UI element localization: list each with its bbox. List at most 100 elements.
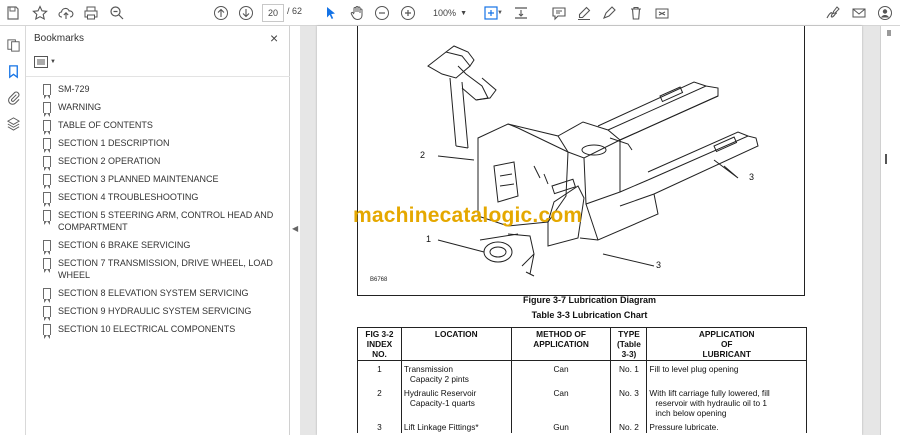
right-scroll-strip[interactable] xyxy=(880,26,900,435)
bookmark-item[interactable]: SECTION 9 HYDRAULIC SYSTEM SERVICING xyxy=(26,302,290,321)
cell-line: Capacity 2 pints xyxy=(409,374,469,384)
bookmark-label: TABLE OF CONTENTS xyxy=(58,120,153,130)
bookmark-icon xyxy=(43,138,51,153)
figure-caption: Figure 3-7 Lubrication Diagram xyxy=(522,295,657,305)
next-page-icon[interactable] xyxy=(237,4,255,22)
bookmark-label: SM-729 xyxy=(58,84,90,94)
page-number-input[interactable]: 20 xyxy=(262,4,284,22)
header-line: APPLICATION xyxy=(698,329,755,339)
cell-line: Pressure lubricate. xyxy=(649,422,719,432)
zoom-search-icon[interactable] xyxy=(108,4,126,22)
comment-icon[interactable] xyxy=(550,4,568,22)
print-icon[interactable] xyxy=(82,4,100,22)
header-line: LOCATION xyxy=(434,329,478,339)
chevron-down-icon: ▼ xyxy=(460,9,467,17)
previous-page-icon[interactable] xyxy=(212,4,230,22)
zoom-level-value: 100% xyxy=(433,8,457,18)
bookmark-star-icon[interactable] xyxy=(31,4,49,22)
top-toolbar: 20 / 62 100% ▼ ▼ xyxy=(0,0,900,26)
bookmark-icon xyxy=(43,240,51,255)
zoom-level-select[interactable]: 100% ▼ xyxy=(430,4,470,22)
bookmark-label: SECTION 9 HYDRAULIC SYSTEM SERVICING xyxy=(58,306,252,316)
draw-icon[interactable] xyxy=(600,4,618,22)
side-panel-toggle[interactable] xyxy=(885,154,887,164)
cell-location: Hydraulic Reservoir Capacity-1 quarts xyxy=(400,385,512,419)
hand-tool-icon[interactable] xyxy=(348,4,366,22)
cell-type: No. 2 xyxy=(610,419,648,433)
sign-icon[interactable] xyxy=(824,4,842,22)
bookmark-item[interactable]: SECTION 6 BRAKE SERVICING xyxy=(26,236,290,255)
header-index: FIG 3-2 INDEX NO. xyxy=(357,327,402,361)
account-icon[interactable] xyxy=(876,4,894,22)
page-thumbnails-icon[interactable] xyxy=(4,36,22,54)
highlight-pen-icon[interactable] xyxy=(575,4,593,22)
header-line: APPLICATION xyxy=(533,339,589,349)
close-icon[interactable]: × xyxy=(270,30,278,46)
cell-type: No. 3 xyxy=(610,385,648,419)
header-location: LOCATION xyxy=(400,327,512,361)
bookmark-options-button[interactable]: ▼ xyxy=(34,54,60,70)
bookmark-item[interactable]: WARNING xyxy=(26,98,290,117)
cell-application: Fill to level plug opening xyxy=(646,360,807,385)
bookmark-list: SM-729 WARNING TABLE OF CONTENTS SECTION… xyxy=(26,80,290,339)
bookmarks-panel: Bookmarks × ▼ SM-729 WARNING TABLE OF CO… xyxy=(26,26,290,435)
bookmark-item[interactable]: TABLE OF CONTENTS xyxy=(26,116,290,135)
pallet-truck-illustration xyxy=(427,45,759,277)
header-line: METHOD OF xyxy=(536,329,586,339)
bookmark-icon xyxy=(43,84,51,99)
panel-title: Bookmarks xyxy=(34,33,85,44)
bookmark-item[interactable]: SECTION 1 DESCRIPTION xyxy=(26,134,290,153)
bookmark-icon xyxy=(43,258,51,273)
figure-frame: 2 1 3 3 B6768 xyxy=(357,26,805,296)
bookmark-icon xyxy=(43,102,51,117)
document-viewport[interactable]: 2 1 3 3 B6768 Figure 3-7 Lubrication Dia… xyxy=(300,26,880,435)
bookmark-item[interactable]: SECTION 5 STEERING ARM, CONTROL HEAD AND… xyxy=(26,206,290,236)
panel-divider xyxy=(26,76,290,77)
cell-application: With lift carriage fully lowered, fill r… xyxy=(646,385,807,419)
fit-chevron-down-icon[interactable]: ▼ xyxy=(496,4,504,22)
scroll-mode-icon[interactable] xyxy=(512,4,530,22)
mail-icon[interactable] xyxy=(850,4,868,22)
cell-method: Can xyxy=(510,360,612,385)
layers-icon[interactable] xyxy=(4,114,22,132)
bookmark-item[interactable]: SECTION 10 ELECTRICAL COMPONENTS xyxy=(26,320,290,339)
cell-application: Pressure lubricate. xyxy=(646,419,807,433)
zoom-out-icon[interactable] xyxy=(373,4,391,22)
scrollbar-thumb[interactable] xyxy=(887,30,891,36)
bookmark-item[interactable]: SECTION 3 PLANNED MAINTENANCE xyxy=(26,170,290,189)
table-row: 1 Transmission Capacity 2 pints Can No. … xyxy=(357,360,807,385)
cell-type: No. 1 xyxy=(610,360,648,385)
bookmark-icon xyxy=(43,306,51,321)
cell-location: Transmission Capacity 2 pints xyxy=(400,360,512,385)
cell-line: reservoir with hydraulic oil to 1 xyxy=(655,398,768,408)
header-line: 3-3) xyxy=(621,349,637,359)
lubrication-table: FIG 3-2 INDEX NO. LOCATION METHOD OF APP… xyxy=(357,327,807,433)
cell-method: Can xyxy=(510,385,612,419)
bookmark-label: SECTION 1 DESCRIPTION xyxy=(58,138,170,148)
attachments-icon[interactable] xyxy=(4,88,22,106)
bookmark-item[interactable]: SECTION 4 TROUBLESHOOTING xyxy=(26,188,290,207)
cloud-upload-icon[interactable] xyxy=(57,4,75,22)
bookmark-item[interactable]: SM-729 xyxy=(26,80,290,99)
bookmarks-panel-icon[interactable] xyxy=(4,62,22,80)
cell-line: Transmission xyxy=(403,364,453,374)
bookmark-item[interactable]: SECTION 7 TRANSMISSION, DRIVE WHEEL, LOA… xyxy=(26,254,290,284)
bookmark-item[interactable]: SECTION 8 ELEVATION SYSTEM SERVICING xyxy=(26,284,290,303)
header-line: FIG 3-2 xyxy=(365,329,394,339)
bookmark-label: WARNING xyxy=(58,102,102,112)
stamp-icon[interactable] xyxy=(653,4,671,22)
cell-method: Gun xyxy=(510,419,612,433)
collapse-panel-arrow-icon[interactable]: ◀ xyxy=(292,224,300,236)
callout-label: 3 xyxy=(749,172,755,182)
save-icon[interactable] xyxy=(4,4,22,22)
header-line: OF xyxy=(720,339,733,349)
table-header-row: FIG 3-2 INDEX NO. LOCATION METHOD OF APP… xyxy=(357,327,807,361)
page-total: / 62 xyxy=(287,6,303,16)
cell-line: With lift carriage fully lowered, fill xyxy=(649,388,770,398)
pdf-page: 2 1 3 3 B6768 Figure 3-7 Lubrication Dia… xyxy=(317,26,862,435)
bookmark-item[interactable]: SECTION 2 OPERATION xyxy=(26,152,290,171)
cell-location: Lift Linkage Fittings* xyxy=(400,419,512,433)
delete-icon[interactable] xyxy=(627,4,645,22)
select-cursor-icon[interactable] xyxy=(322,4,340,22)
zoom-in-icon[interactable] xyxy=(399,4,417,22)
